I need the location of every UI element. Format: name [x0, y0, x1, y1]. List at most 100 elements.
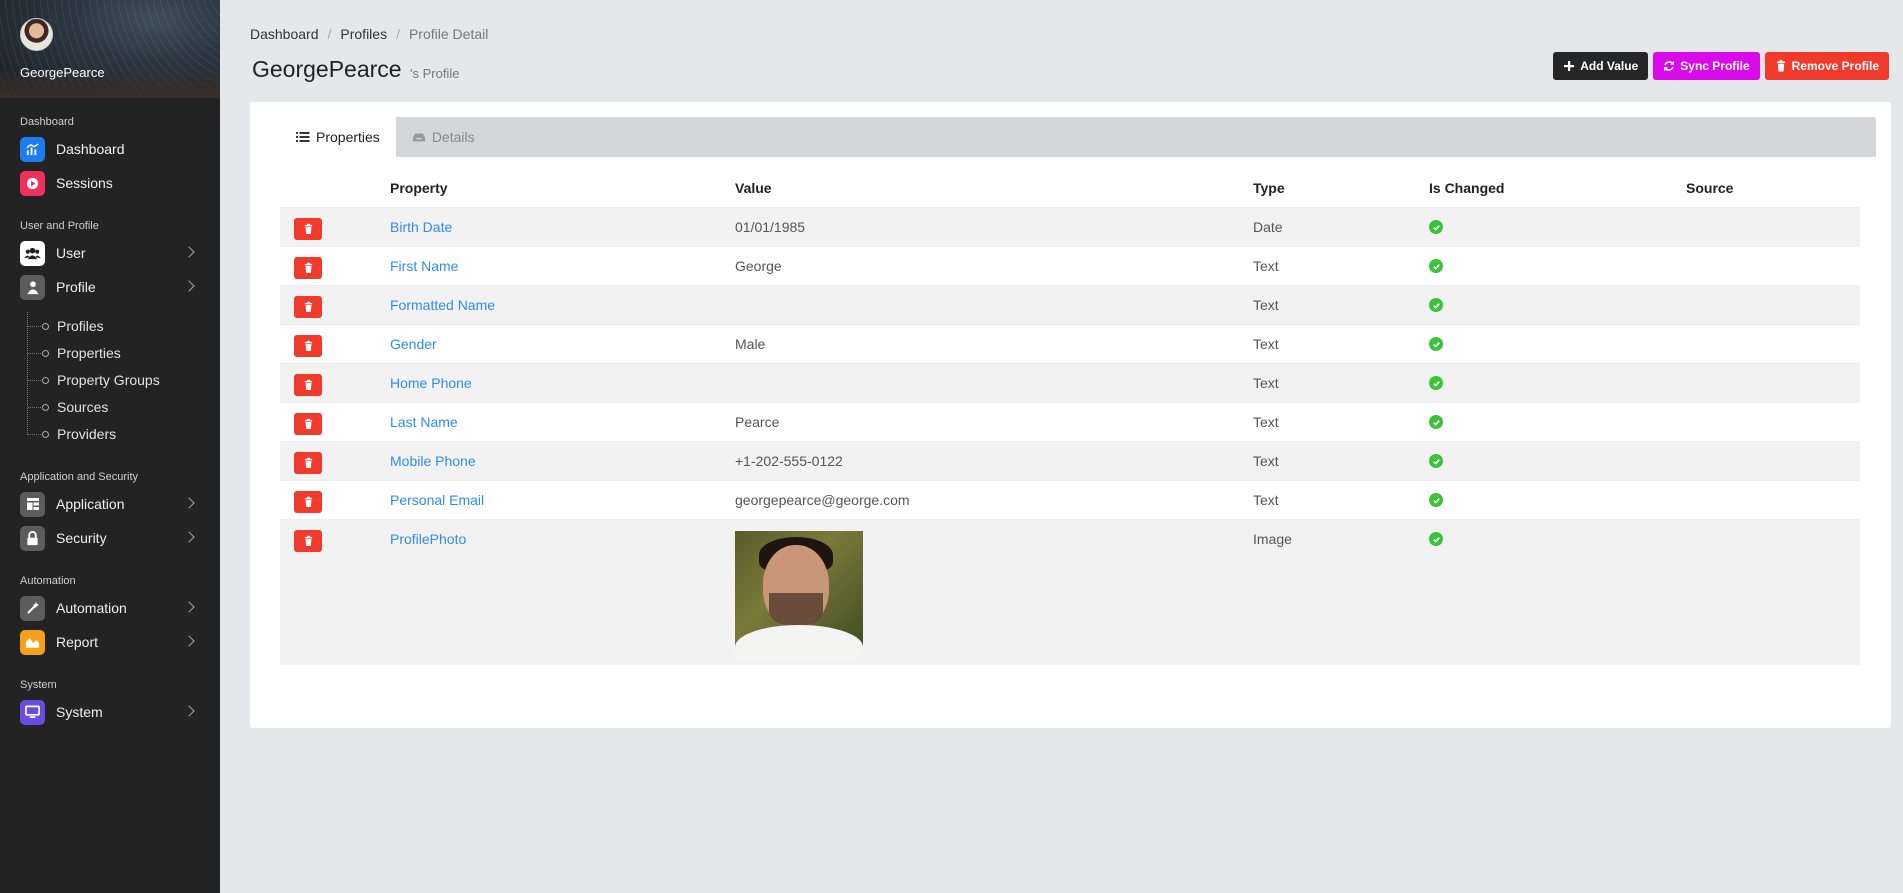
- delete-row-button[interactable]: [294, 451, 322, 474]
- type-cell: Text: [1253, 323, 1429, 363]
- type-cell: Image: [1253, 518, 1429, 665]
- table-row: ProfilePhoto Image: [280, 518, 1860, 665]
- delete-row-button[interactable]: [294, 295, 322, 318]
- type-cell: Text: [1253, 245, 1429, 285]
- property-link[interactable]: First Name: [390, 258, 458, 274]
- check-circle-icon: [1429, 532, 1443, 546]
- value-text: Pearce: [735, 413, 780, 430]
- header-is-changed[interactable]: Is Changed: [1429, 169, 1686, 207]
- application-icon: [20, 491, 45, 517]
- value-cell: georgepearce@george.com: [735, 479, 1253, 519]
- header-value[interactable]: Value: [735, 169, 1253, 207]
- tab-details[interactable]: Details: [396, 117, 491, 157]
- type-cell: Text: [1253, 479, 1429, 519]
- tab-properties[interactable]: Properties: [280, 117, 396, 157]
- sidebar-item-profile[interactable]: Profile: [0, 270, 220, 304]
- sidebar-subitem-providers[interactable]: Providers: [27, 420, 220, 447]
- delete-row-button[interactable]: [294, 334, 322, 357]
- sidebar-item-automation[interactable]: Automation: [0, 591, 220, 625]
- trash-icon: [304, 379, 312, 390]
- sidebar-item-label: User: [56, 245, 86, 261]
- sidebar-item-label: Sessions: [56, 175, 113, 191]
- page-title: GeorgePearce: [252, 56, 402, 82]
- sync-profile-button[interactable]: Sync Profile: [1653, 52, 1760, 80]
- area-chart-icon: [20, 629, 45, 655]
- value-cell: 01/01/1985: [735, 206, 1253, 246]
- page-subtitle: 's Profile: [410, 66, 460, 81]
- sidebar-item-security[interactable]: Security: [0, 521, 220, 555]
- breadcrumb-dashboard[interactable]: Dashboard: [250, 26, 319, 42]
- property-link[interactable]: Formatted Name: [390, 297, 495, 313]
- sidebar-item-label: Security: [56, 530, 107, 546]
- property-cell: Home Phone: [390, 362, 735, 402]
- sidebar-subitem-property-groups[interactable]: Property Groups: [27, 366, 220, 393]
- sidebar-username[interactable]: GeorgePearce: [20, 65, 105, 80]
- user-avatar[interactable]: [20, 18, 53, 51]
- value-cell: [735, 518, 1253, 665]
- value-cell: +1-202-555-0122: [735, 440, 1253, 480]
- is-changed-cell: [1429, 206, 1686, 246]
- trash-icon: [1776, 60, 1785, 72]
- sidebar-subitem-sources[interactable]: Sources: [27, 393, 220, 420]
- check-circle-icon: [1429, 220, 1443, 234]
- property-link[interactable]: Gender: [390, 336, 437, 352]
- property-link[interactable]: Mobile Phone: [390, 453, 476, 469]
- sidebar-item-label: Profile: [56, 279, 96, 295]
- delete-cell: [280, 362, 390, 402]
- sidebar-subitem-properties[interactable]: Properties: [27, 339, 220, 366]
- breadcrumb-separator: /: [327, 26, 332, 42]
- delete-row-button[interactable]: [294, 256, 322, 279]
- property-cell: Personal Email: [390, 479, 735, 519]
- breadcrumb-profiles[interactable]: Profiles: [340, 26, 387, 42]
- property-link[interactable]: ProfilePhoto: [390, 531, 466, 547]
- property-link[interactable]: Home Phone: [390, 375, 472, 391]
- sidebar-subitem-profiles[interactable]: Profiles: [27, 312, 220, 339]
- magic-wand-icon: [20, 595, 45, 621]
- property-link[interactable]: Birth Date: [390, 219, 452, 235]
- sidebar-item-dashboard[interactable]: Dashboard: [0, 132, 220, 166]
- property-link[interactable]: Personal Email: [390, 492, 484, 508]
- table-row: First Name George Text: [280, 245, 1860, 285]
- add-value-button[interactable]: Add Value: [1553, 52, 1649, 80]
- plus-icon: [1564, 61, 1575, 71]
- is-changed-cell: [1429, 440, 1686, 480]
- property-link[interactable]: Last Name: [390, 414, 458, 430]
- section-app-security: Application and Security: [20, 471, 139, 483]
- is-changed-cell: [1429, 518, 1686, 665]
- remove-profile-button[interactable]: Remove Profile: [1764, 52, 1889, 80]
- value-text: +1-202-555-0122: [735, 452, 843, 469]
- users-icon: [20, 240, 45, 266]
- trash-icon: [304, 496, 312, 507]
- header-property[interactable]: Property: [390, 169, 735, 207]
- source-cell: [1686, 479, 1860, 519]
- check-circle-icon: [1429, 493, 1443, 507]
- value-cell: Male: [735, 323, 1253, 363]
- sidebar-item-system[interactable]: System: [0, 695, 220, 729]
- header-source[interactable]: Source: [1686, 169, 1860, 207]
- source-cell: [1686, 401, 1860, 441]
- source-cell: [1686, 284, 1860, 324]
- value-text: 01/01/1985: [735, 218, 806, 235]
- table-row: Last Name Pearce Text: [280, 401, 1860, 441]
- delete-cell: [280, 206, 390, 246]
- header-type[interactable]: Type: [1253, 169, 1429, 207]
- chevron-right-icon: [183, 531, 195, 543]
- sidebar-item-label: Application: [56, 496, 125, 512]
- type-cell: Date: [1253, 206, 1429, 246]
- delete-row-button[interactable]: [294, 373, 322, 396]
- delete-row-button[interactable]: [294, 490, 322, 513]
- header-actions-col: [280, 169, 390, 207]
- source-cell: [1686, 518, 1860, 665]
- sidebar-item-sessions[interactable]: Sessions: [0, 166, 220, 200]
- sidebar-item-application[interactable]: Application: [0, 487, 220, 521]
- chevron-right-icon: [183, 705, 195, 717]
- sidebar-item-user[interactable]: User: [0, 236, 220, 270]
- delete-row-button[interactable]: [294, 412, 322, 435]
- type-cell: Text: [1253, 401, 1429, 441]
- trash-icon: [304, 262, 312, 273]
- value-text: georgepearce@george.com: [735, 491, 910, 508]
- delete-row-button[interactable]: [294, 529, 322, 552]
- sidebar-item-report[interactable]: Report: [0, 625, 220, 659]
- is-changed-cell: [1429, 323, 1686, 363]
- delete-row-button[interactable]: [294, 217, 322, 240]
